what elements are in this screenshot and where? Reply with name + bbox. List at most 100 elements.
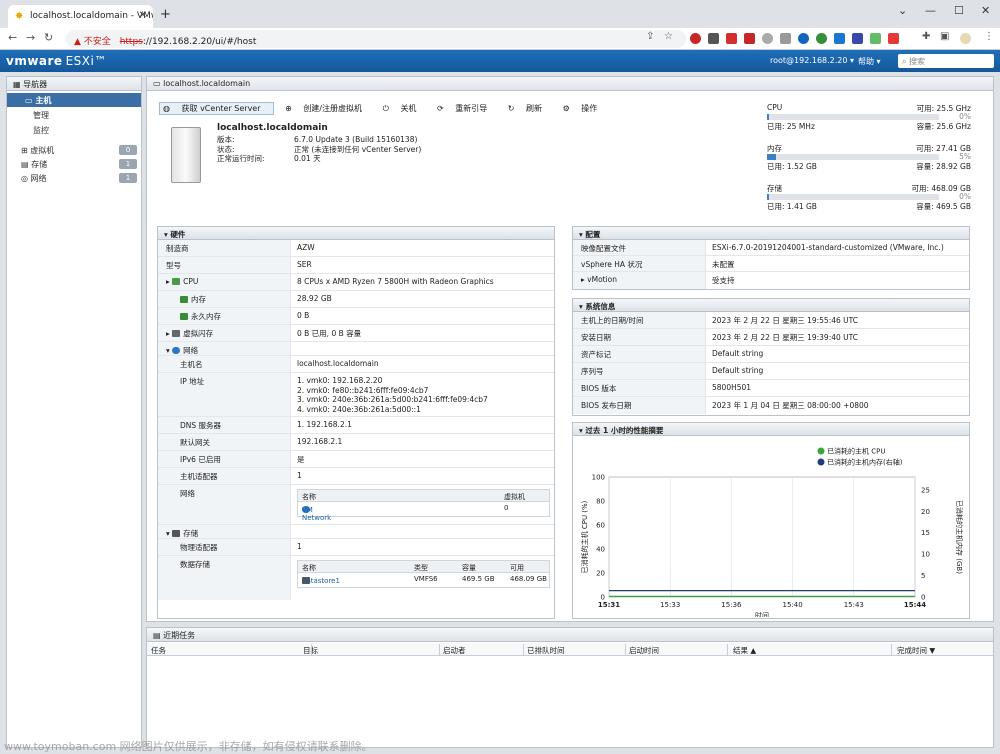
y-tick-label: 100 — [592, 474, 605, 482]
storage-icon: ▤ — [21, 160, 32, 169]
bookmark-star-icon[interactable]: ☆ — [664, 31, 673, 42]
nav-item-vms[interactable]: ⊞ 虚拟机 0 — [7, 143, 141, 157]
network-count-badge: 1 — [119, 173, 137, 183]
url-input[interactable]: ▲ 不安全 https://192.168.2.20/ui/#/host — [66, 30, 686, 48]
recent-tasks-pane: ▤ 近期任务 任务 目标 启动者 已排队时间 启动时间 结果 ▲ 完成时间 ▼ — [146, 627, 994, 748]
y2-tick-label: 20 — [921, 508, 930, 516]
tasks-table-header: 任务 目标 启动者 已排队时间 启动时间 结果 ▲ 完成时间 ▼ — [147, 643, 993, 656]
col-started[interactable]: 启动时间 — [629, 645, 659, 656]
extension-icon[interactable] — [690, 33, 701, 44]
vmotion-row[interactable]: ▸ vMotion 受支持 — [573, 272, 969, 289]
x-tick-label: 15:40 — [783, 601, 803, 609]
gear-icon: ⚙ — [562, 104, 573, 113]
host-state: 正常 (未连接到任何 vCenter Server) — [294, 144, 422, 154]
maximize-button[interactable]: ☐ — [954, 4, 964, 17]
new-tab-button[interactable]: + — [160, 7, 171, 22]
server-icon — [171, 127, 201, 183]
config-header[interactable]: ▾ 配置 — [573, 227, 969, 240]
extension-icon[interactable] — [780, 33, 791, 44]
info-row: vSphere HA 状况 未配置 — [573, 256, 969, 272]
storage-row[interactable]: ▾ 存储 — [158, 525, 554, 539]
create-vm-icon: ⊕ — [285, 104, 295, 113]
watermark: www.toymoban.com 网络图片仅供展示，非存储，如有侵权请联系删除。 — [4, 740, 373, 753]
sysinfo-header[interactable]: ▾ 系统信息 — [573, 299, 969, 312]
y2-tick-label: 10 — [921, 551, 930, 559]
vmware-header: vmware ESXi™ root@192.168.2.20 ▾ 帮助 ▾ ⌕ 搜… — [0, 50, 1000, 72]
y-tick-label: 20 — [596, 570, 605, 578]
recent-tasks-header: ▤ 近期任务 — [147, 628, 993, 642]
col-queued[interactable]: 已排队时间 — [527, 645, 565, 656]
extension-icon[interactable] — [726, 33, 737, 44]
close-icon[interactable]: ✕ — [139, 10, 147, 21]
user-menu[interactable]: root@192.168.2.20 ▾ — [770, 56, 854, 65]
navigator-pane: ▦ 导航器 ▭ 主机 管理 监控 ⊞ 虚拟机 0 ▤ 存储 1 ◎ 网络 1 — [6, 76, 142, 748]
back-icon[interactable]: ← — [8, 31, 17, 44]
minimize-button[interactable]: — — [925, 4, 936, 17]
hardware-header[interactable]: ▾ 硬件 — [158, 227, 554, 240]
power-icon: ⏻ — [382, 104, 392, 113]
x-tick-label: 15:43 — [844, 601, 864, 609]
legend-swatch — [817, 447, 825, 455]
sidepanel-icon[interactable]: ▣ — [940, 31, 949, 42]
extension-icon[interactable] — [888, 33, 899, 44]
menu-icon[interactable]: ⋮ — [984, 31, 994, 42]
extension-icon[interactable] — [870, 33, 881, 44]
pinwheel-icon: ✸ — [15, 11, 24, 22]
extension-icon[interactable] — [798, 33, 809, 44]
search-icon: ⌕ — [902, 57, 910, 66]
chevron-down-icon[interactable]: ⌄ — [898, 4, 907, 17]
col-completed[interactable]: 完成时间 ▼ — [897, 645, 935, 656]
avatar[interactable] — [960, 33, 971, 44]
cpu-row[interactable]: ▸ CPU 8 CPUs x AMD Ryzen 7 5800H with Rad… — [158, 274, 554, 291]
extension-icon[interactable] — [762, 33, 773, 44]
host-uptime: 0.01 天 — [294, 154, 321, 163]
extension-icon[interactable] — [852, 33, 863, 44]
extension-icon[interactable] — [816, 33, 827, 44]
address-bar: ← → ↻ ▲ 不安全 https://192.168.2.20/ui/#/ho… — [0, 28, 1000, 50]
col-task[interactable]: 任务 — [151, 645, 166, 656]
col-initiator[interactable]: 启动者 — [443, 645, 466, 656]
nav-item-host[interactable]: ▭ 主机 — [7, 93, 141, 107]
window-close-button[interactable]: ✕ — [981, 4, 990, 17]
search-input[interactable]: ⌕ 搜索 — [898, 54, 994, 68]
nav-item-storage[interactable]: ▤ 存储 1 — [7, 157, 141, 171]
extension-icon[interactable] — [708, 33, 719, 44]
info-row: 制造商 AZW — [158, 240, 554, 257]
extension-icon[interactable] — [744, 33, 755, 44]
cpu-usage-bar — [767, 114, 939, 120]
reboot-button[interactable]: ⟳ 重新引导 — [437, 104, 496, 113]
forward-icon[interactable]: → — [26, 31, 35, 44]
shutdown-button[interactable]: ⏻ 关机 — [383, 104, 426, 113]
extension-icon[interactable] — [834, 33, 845, 44]
x-axis-label: 时间 — [755, 611, 769, 617]
host-version: 6.7.0 Update 3 (Build 15160138) — [294, 135, 418, 144]
puzzle-icon[interactable]: ✚ — [922, 31, 930, 42]
browser-tab[interactable]: ✸ localhost.localdomain - VMw ✕ — [8, 5, 153, 28]
share-icon[interactable]: ⇪ — [646, 31, 654, 42]
network-row[interactable]: ▾ 网络 — [158, 342, 554, 356]
host-name: localhost.localdomain — [217, 123, 328, 133]
create-vm-button[interactable]: ⊕ 创建/注册虚拟机 — [285, 104, 371, 113]
y2-tick-label: 5 — [921, 572, 925, 580]
actions-button[interactable]: ⚙ 操作 — [563, 104, 607, 113]
nav-item-manage[interactable]: 管理 — [7, 107, 141, 122]
refresh-button[interactable]: ↻ 刷新 — [508, 104, 551, 113]
info-row: 型号 SER — [158, 257, 554, 274]
performance-chart: 15:31 15:33 15:36 15:40 15:43 15:441008060402… — [580, 447, 964, 618]
tasks-icon: ▤ — [153, 631, 164, 640]
network-list-row: 网络 名称 虚拟机 VM Network 0 — [158, 485, 554, 525]
y-axis-label: 已消耗的主机 CPU (%) — [580, 500, 589, 573]
flash-row[interactable]: ▸ 虚拟闪存 0 B 已用, 0 B 容量 — [158, 325, 554, 342]
performance-header[interactable]: ▾ 过去 1 小时的性能摘要 — [573, 423, 969, 436]
reload-icon[interactable]: ↻ — [44, 31, 53, 44]
nav-item-network[interactable]: ◎ 网络 1 — [7, 171, 141, 185]
nav-item-monitor[interactable]: 监控 — [7, 122, 141, 137]
network-icon: ◎ — [21, 174, 31, 183]
x-tick-label: 15:31 — [598, 601, 620, 609]
info-row: 主机适配器 1 — [158, 468, 554, 485]
get-vcenter-button[interactable]: ◍ 获取 vCenter Server — [159, 102, 274, 115]
help-menu[interactable]: 帮助 ▾ — [858, 56, 881, 67]
y2-tick-label: 15 — [921, 529, 930, 537]
col-result[interactable]: 结果 ▲ — [733, 645, 756, 656]
performance-section: ▾ 过去 1 小时的性能摘要 15:31 15:33 15:36 15:40 15:43… — [572, 422, 970, 619]
